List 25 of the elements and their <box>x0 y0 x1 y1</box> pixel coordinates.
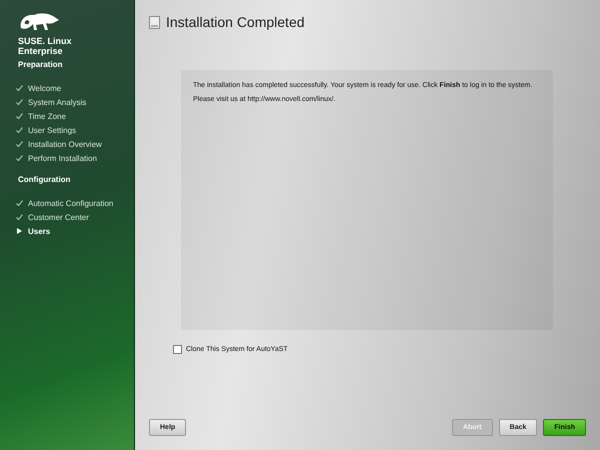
step-label: Customer Center <box>28 212 89 222</box>
section-title: Preparation <box>18 60 64 69</box>
step-label: User Settings <box>28 126 76 134</box>
step-label: System Analysis <box>28 98 86 106</box>
document-icon <box>149 16 160 28</box>
brand-name: Enterprise <box>18 46 64 56</box>
clone-checkbox[interactable] <box>173 345 182 354</box>
step-label: Installation Overview <box>28 140 102 148</box>
checkmark-icon <box>16 200 23 206</box>
step-label: Perform Installation <box>28 154 97 162</box>
arrow-icon <box>16 228 23 234</box>
step-label: Time Zone <box>28 112 66 120</box>
step-label: Automatic Configuration <box>28 198 114 208</box>
checkmark-icon <box>16 127 23 133</box>
step-label: Welcome <box>28 84 62 92</box>
checkmark-icon <box>16 155 23 161</box>
checkmark-icon <box>16 214 23 220</box>
step-label: Users <box>28 226 50 236</box>
brand-name: SUSE. Linux <box>18 36 73 46</box>
section-title: Configuration <box>18 175 72 184</box>
checkmark-icon <box>16 113 23 119</box>
checkmark-icon <box>16 141 23 147</box>
page-title: Installation Completed <box>166 14 305 30</box>
checkmark-icon <box>16 85 23 91</box>
checkmark-icon <box>16 99 23 105</box>
